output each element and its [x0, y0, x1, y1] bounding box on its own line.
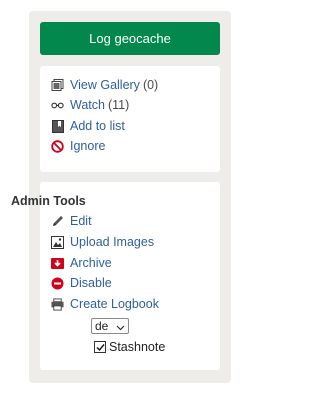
- upload-images-link[interactable]: Upload Images: [70, 235, 154, 249]
- printer-icon: [51, 297, 64, 311]
- language-select-value: de: [95, 319, 109, 333]
- stashnote-checkbox[interactable]: [94, 341, 106, 353]
- upload-images-row[interactable]: Upload Images: [51, 233, 154, 251]
- edit-link[interactable]: Edit: [70, 214, 92, 228]
- admin-tools-heading: Admin Tools: [11, 194, 86, 208]
- gallery-icon: [51, 78, 64, 92]
- archive-row[interactable]: Archive: [51, 254, 112, 272]
- bookmark-icon: [51, 119, 64, 133]
- no-entry-icon: [51, 139, 64, 153]
- archive-icon: [51, 256, 64, 270]
- gallery-count: (0): [142, 78, 159, 92]
- stashnote-label: Stashnote: [109, 340, 166, 354]
- pencil-icon: [51, 214, 64, 228]
- view-gallery-row[interactable]: View Gallery (0): [51, 76, 158, 94]
- create-logbook-row[interactable]: Create Logbook: [51, 295, 159, 313]
- add-to-list-link[interactable]: Add to list: [70, 119, 125, 133]
- watch-count: (11): [107, 98, 130, 112]
- language-select[interactable]: de: [91, 318, 129, 334]
- ignore-link[interactable]: Ignore: [70, 139, 105, 153]
- archive-link[interactable]: Archive: [70, 256, 112, 270]
- stashnote-option[interactable]: Stashnote: [94, 340, 165, 354]
- disable-icon: [51, 276, 64, 290]
- view-gallery-link[interactable]: View Gallery: [70, 78, 140, 92]
- glasses-icon: [51, 98, 64, 112]
- watch-link[interactable]: Watch: [70, 98, 105, 112]
- disable-row[interactable]: Disable: [51, 274, 112, 292]
- add-to-list-row[interactable]: Add to list: [51, 117, 125, 135]
- image-icon: [51, 235, 64, 249]
- ignore-row[interactable]: Ignore: [51, 137, 105, 155]
- disable-link[interactable]: Disable: [70, 276, 112, 290]
- create-logbook-link[interactable]: Create Logbook: [70, 297, 159, 311]
- edit-row[interactable]: Edit: [51, 212, 92, 230]
- log-geocache-button[interactable]: Log geocache: [40, 22, 220, 55]
- chevron-down-icon: [116, 321, 125, 335]
- watch-row[interactable]: Watch (11): [51, 96, 129, 114]
